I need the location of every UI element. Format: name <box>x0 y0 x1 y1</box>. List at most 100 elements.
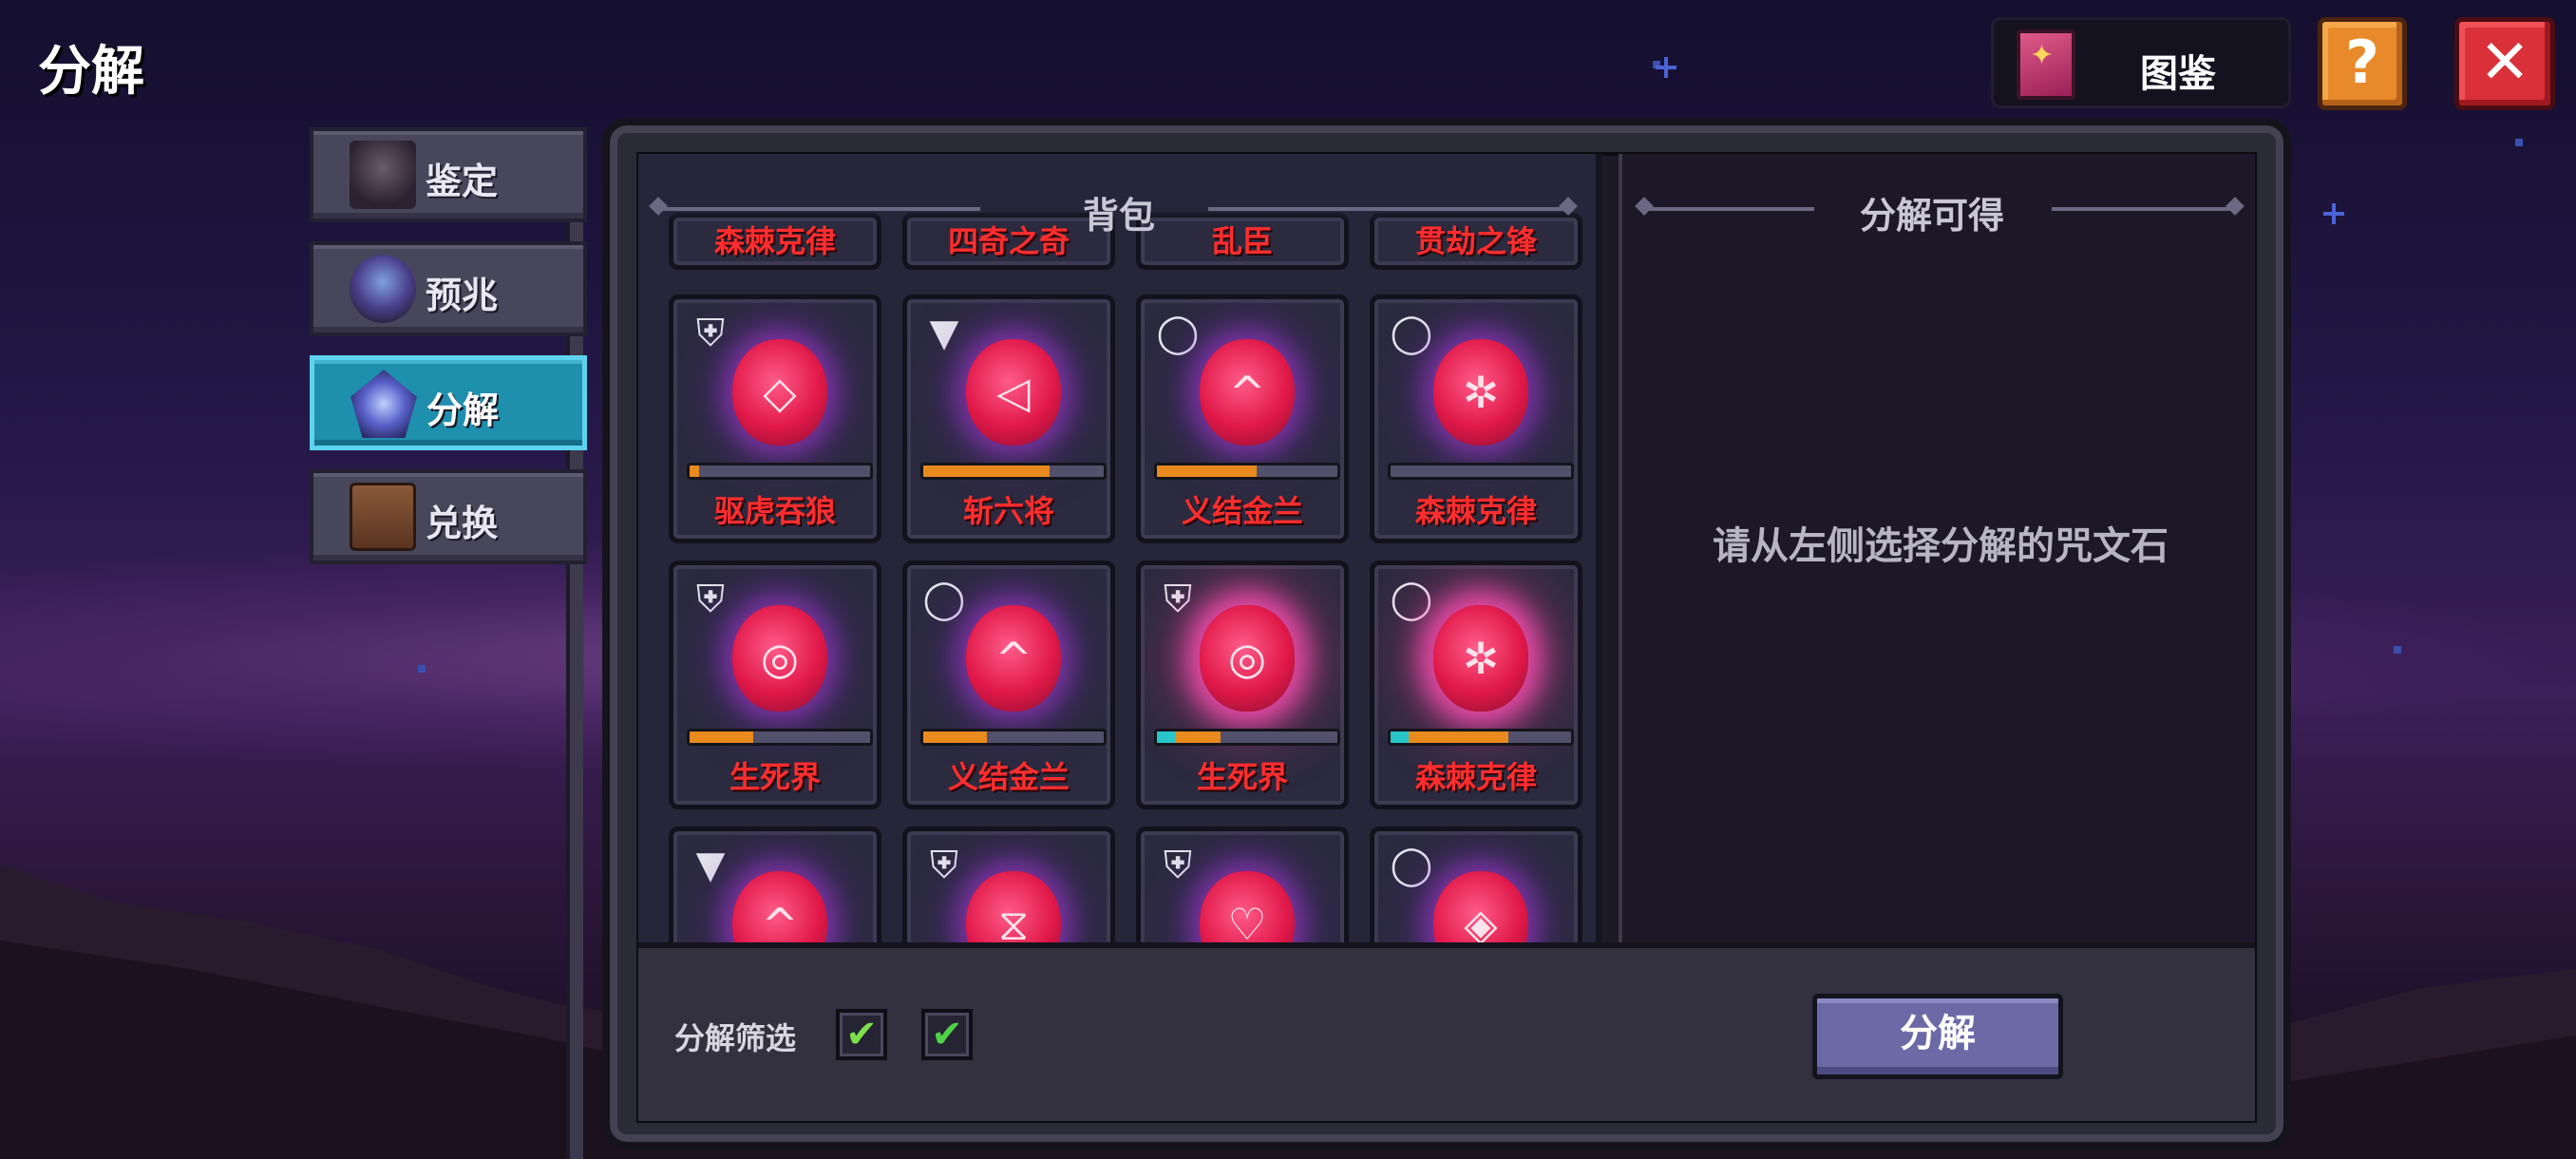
bag-panel[interactable]: 森棘克律 四奇之奇 乱臣 贯劫之锋 ⛨ ◇ 驱虎吞狼 ▼ ◁ 斩六将 ◯ ^ 义结金兰 ◯ ✲ 森棘克… <box>638 154 1601 942</box>
book-icon <box>2017 29 2075 100</box>
tab-omen[interactable]: 预兆 <box>310 241 587 336</box>
filter-label: 分解筛选 <box>674 1020 797 1056</box>
rune-cell[interactable]: ⛨ ♡ <box>1136 826 1349 942</box>
rune-name: 乱臣 <box>1211 223 1273 259</box>
progress-fill-secondary <box>1391 732 1409 743</box>
armor-icon: ⛨ <box>1164 844 1192 887</box>
progress-bar <box>1388 463 1574 480</box>
tab-identify[interactable]: 鉴定 <box>310 127 587 222</box>
rune-stone-icon: ◈ <box>1433 871 1528 942</box>
tab-exchange[interactable]: 兑换 <box>310 469 587 564</box>
star-icon <box>1656 57 1676 78</box>
rune-name: 四奇之奇 <box>947 223 1070 259</box>
rune-stone-icon: ✲ <box>1433 605 1528 712</box>
filter-checkbox-1[interactable]: ✔ <box>836 1009 887 1060</box>
tab-label: 鉴定 <box>426 161 499 202</box>
progress-bar <box>687 729 873 746</box>
anvil-icon <box>350 141 416 209</box>
rune-stone-icon: ⧖ <box>966 871 1061 942</box>
progress-fill-secondary <box>1157 732 1175 743</box>
rune-cell[interactable]: ◯ ✲ 森棘克律 <box>1370 294 1582 543</box>
rune-glyph: ^ <box>994 633 1032 684</box>
rune-glyph: ^ <box>1228 367 1266 418</box>
rune-glyph: ◁ <box>996 367 1031 418</box>
rune-name: 生死界 <box>1196 759 1288 795</box>
codex-label: 图鉴 <box>2140 52 2216 96</box>
help-button[interactable]: ? <box>2318 17 2407 110</box>
progress-bar <box>1154 729 1340 746</box>
rune-glyph: ◎ <box>1227 633 1267 684</box>
rune-cell[interactable]: ⛨ ◎ 生死界 <box>1136 560 1349 809</box>
rune-cell[interactable]: ⛨ ◎ 生死界 <box>669 560 881 809</box>
armor-icon: ⛨ <box>930 844 958 887</box>
necklace-icon: ◯ <box>1390 844 1433 887</box>
rune-cell[interactable]: ▼ ^ <box>669 826 881 942</box>
rune-cell[interactable]: ◯ ^ 义结金兰 <box>1136 294 1349 543</box>
rune-glyph: ◇ <box>763 367 797 418</box>
hat-icon: ▼ <box>695 844 726 887</box>
rune-stone-icon: ^ <box>1200 339 1295 446</box>
rune-cell[interactable]: ◯ ^ 义结金兰 <box>902 560 1115 809</box>
armor-icon: ⛨ <box>1164 578 1192 621</box>
codex-button[interactable]: 图鉴 <box>1991 17 2291 108</box>
rune-grid: 森棘克律 四奇之奇 乱臣 贯劫之锋 ⛨ ◇ 驱虎吞狼 ▼ ◁ 斩六将 ◯ ^ 义结金兰 ◯ ✲ 森棘克… <box>669 213 1582 942</box>
necklace-icon: ◯ <box>1390 312 1433 355</box>
header-divider <box>1208 207 1569 211</box>
progress-fill <box>690 732 753 743</box>
progress-bar <box>1388 729 1574 746</box>
rune-stone-icon: ✲ <box>1433 339 1528 446</box>
rune-cell[interactable]: ◯ ◈ <box>1370 826 1582 942</box>
rune-glyph: ◎ <box>760 633 800 684</box>
tab-label: 分解 <box>426 390 500 431</box>
tab-decompose[interactable]: 分解 <box>310 355 587 450</box>
rune-stone-icon: ◇ <box>732 339 827 446</box>
rune-glyph: ♡ <box>1227 899 1267 942</box>
rune-cell[interactable]: ⛨ ⧖ <box>902 826 1115 942</box>
rune-glyph: ◈ <box>1464 899 1498 942</box>
header-divider <box>2052 207 2236 211</box>
rune-name: 森棘克律 <box>1414 493 1537 529</box>
progress-fill <box>690 466 699 477</box>
page-title: 分解 <box>38 41 144 103</box>
header-divider <box>657 207 980 211</box>
rune-name: 森棘克律 <box>713 223 836 259</box>
rune-name: 生死界 <box>729 759 821 795</box>
rune-stone-icon: ◎ <box>1200 605 1295 712</box>
rune-name: 义结金兰 <box>947 759 1070 795</box>
result-header: 分解可得 <box>1860 195 2005 237</box>
result-message: 请从左侧选择分解的咒文石 <box>1713 524 2169 568</box>
rune-stone-icon: ♡ <box>1200 871 1295 942</box>
rune-name: 斩六将 <box>962 493 1054 529</box>
rune-name: 贯劫之锋 <box>1414 223 1537 259</box>
bottom-bar: 分解筛选 ✔ ✔ 分解 <box>638 942 2255 1121</box>
rune-stone-icon: ◎ <box>732 605 827 712</box>
star-icon <box>2515 139 2523 146</box>
rune-cell[interactable]: ▼ ◁ 斩六将 <box>902 294 1115 543</box>
close-button[interactable]: ✕ <box>2454 17 2555 110</box>
star-icon <box>2394 646 2401 654</box>
rune-name: 森棘克律 <box>1414 759 1537 795</box>
bag-header: 背包 <box>1083 195 1156 237</box>
progress-fill <box>1157 466 1257 477</box>
rune-stone-icon: ^ <box>732 871 827 942</box>
rune-name: 驱虎吞狼 <box>713 493 836 529</box>
star-icon <box>418 665 426 673</box>
progress-fill <box>923 732 987 743</box>
rune-glyph: ⧖ <box>997 899 1030 942</box>
chest-icon <box>350 483 416 551</box>
crystal-ball-icon <box>350 255 416 323</box>
progress-fill <box>923 466 1050 477</box>
hat-icon: ▼ <box>929 312 959 355</box>
rune-cell[interactable]: ⛨ ◇ 驱虎吞狼 <box>669 294 881 543</box>
armor-icon: ⛨ <box>696 578 725 621</box>
rune-stone-icon: ◁ <box>966 339 1061 446</box>
result-panel: 分解可得 请从左侧选择分解的咒文石 <box>1619 154 2255 942</box>
progress-bar <box>920 729 1107 746</box>
progress-bar <box>1154 463 1340 480</box>
decompose-button[interactable]: 分解 <box>1812 994 2063 1079</box>
necklace-icon: ◯ <box>1156 312 1200 355</box>
rune-cell[interactable]: ◯ ✲ 森棘克律 <box>1370 560 1582 809</box>
header-divider <box>1643 207 1814 211</box>
filter-checkbox-2[interactable]: ✔ <box>921 1009 973 1060</box>
rune-name: 义结金兰 <box>1181 493 1303 529</box>
